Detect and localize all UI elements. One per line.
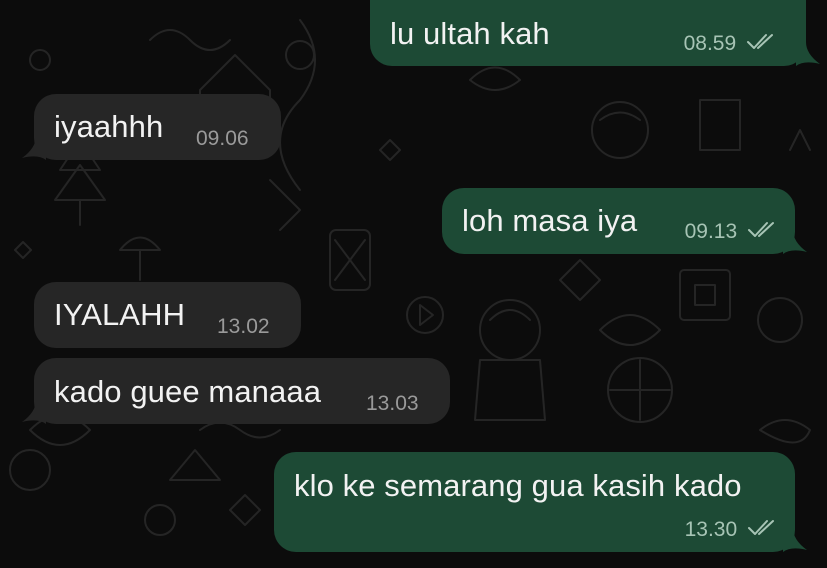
- message-bubble-incoming[interactable]: iyaahhh 09.06: [34, 94, 281, 160]
- message-text: klo ke semarang gua kasih kado: [294, 468, 742, 503]
- message-text: lu ultah kah: [390, 16, 550, 51]
- message-bubble-outgoing[interactable]: lu ultah kah 08.59: [370, 0, 806, 66]
- message-time: 13.30: [684, 518, 738, 541]
- message-bubble-incoming[interactable]: kado guee manaaa 13.03: [34, 358, 450, 424]
- message-text: iyaahhh: [54, 109, 164, 144]
- message-time: 09.13: [684, 220, 738, 243]
- bubble-tail: [796, 42, 820, 66]
- bubble-tail: [22, 400, 46, 424]
- message-text: loh masa iya: [462, 203, 638, 238]
- message-time: 09.06: [196, 127, 249, 150]
- message-bubble-outgoing[interactable]: klo ke semarang gua kasih kado 13.30: [274, 452, 795, 552]
- chat-screen: lu ultah kah 08.59 iyaahhh 09.06 loh mas…: [0, 0, 827, 568]
- message-text: kado guee manaaa: [54, 374, 322, 409]
- double-check-icon: [748, 222, 774, 238]
- message-bubble-incoming[interactable]: IYALAHH 13.02: [34, 282, 301, 348]
- message-meta: 09.13: [685, 220, 777, 244]
- message-text: IYALAHH: [54, 297, 186, 332]
- message-time: 13.03: [366, 392, 419, 415]
- bubble-tail: [783, 528, 807, 552]
- bubble-tail: [783, 230, 807, 254]
- double-check-icon: [748, 520, 774, 536]
- bubble-tail: [22, 136, 46, 160]
- message-meta: 08.59: [684, 32, 776, 56]
- message-time: 08.59: [683, 32, 737, 55]
- message-bubble-outgoing[interactable]: loh masa iya 09.13: [442, 188, 795, 254]
- double-check-icon: [747, 34, 773, 50]
- message-meta: 13.30: [685, 518, 777, 542]
- message-time: 13.02: [217, 315, 270, 338]
